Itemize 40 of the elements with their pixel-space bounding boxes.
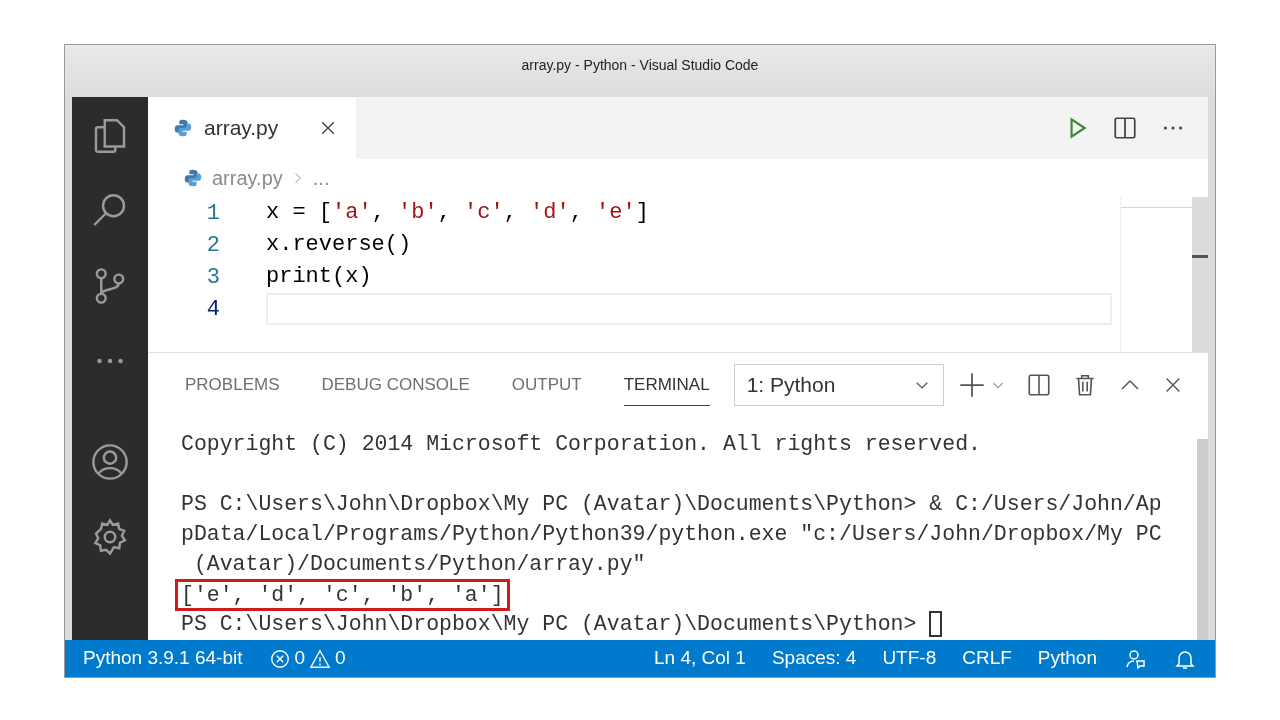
problems-status[interactable]: 0 0: [268, 644, 346, 673]
status-language[interactable]: Python: [1037, 644, 1097, 673]
split-editor-icon[interactable]: [1112, 115, 1138, 141]
line-number: 3: [205, 263, 221, 292]
line-number: 4: [205, 295, 221, 324]
python-icon: [172, 117, 194, 139]
line-number: 2: [205, 231, 221, 260]
split-terminal-icon[interactable]: [1025, 372, 1052, 398]
terminal-line: (Avatar)/Documents/Python/array.py": [192, 552, 646, 576]
terminal-line: PS C:\Users\John\Dropbox\My PC (Avatar)\Documents\Python>: [181, 612, 918, 636]
panel-tab[interactable]: OUTPUT: [511, 363, 582, 407]
warning-icon: [309, 647, 332, 670]
breadcrumb-item[interactable]: array.py: [212, 163, 283, 193]
account-icon[interactable]: [89, 441, 131, 483]
status-encoding[interactable]: UTF-8: [882, 644, 937, 673]
status-indentation[interactable]: Spaces: 4: [771, 644, 857, 673]
error-count: 0: [294, 646, 306, 671]
line-number: 1: [205, 199, 221, 228]
panel-tab[interactable]: PROBLEMS: [185, 363, 280, 407]
status-line-ending[interactable]: CRLF: [962, 644, 1012, 673]
terminal-cursor: [929, 611, 943, 638]
python-icon: [182, 167, 204, 189]
code-line: print(x): [266, 263, 373, 291]
code-line: x.reverse(): [266, 231, 413, 259]
warning-count: 0: [335, 646, 346, 671]
error-icon: [268, 647, 291, 670]
editor-tab[interactable]: array.py: [148, 97, 356, 159]
add-terminal-icon[interactable]: [957, 371, 986, 399]
code-line: x = ['a', 'b', 'c', 'd', 'e']: [266, 199, 650, 227]
terminal-line: PS C:\Users\John\Dropbox\My PC (Avatar)\Documents\Python> & C:/Users/John/Ap: [181, 492, 1162, 516]
panel-tab[interactable]: DEBUG CONSOLE: [321, 363, 470, 407]
breadcrumb-item[interactable]: ...: [312, 163, 330, 193]
status-interpreter[interactable]: Python 3.9.1 64-bit: [83, 644, 243, 673]
window-title: array.py - Python - Visual Studio Code: [521, 57, 759, 73]
panel-tab[interactable]: TERMINAL: [623, 363, 710, 407]
terminal-line: pData/Local/Programs/Python/Python39/python.exe "c:/Users/John/Dropbox/My PC: [181, 522, 1162, 546]
terminal-line: Copyright (C) 2014 Microsoft Corporation. All rights reserved.: [181, 432, 981, 456]
terminal-output: ['e', 'd', 'c', 'b', 'a']: [175, 579, 510, 611]
terminal-select[interactable]: 1: Python: [733, 364, 944, 406]
status-position[interactable]: Ln 4, Col 1: [654, 644, 746, 673]
